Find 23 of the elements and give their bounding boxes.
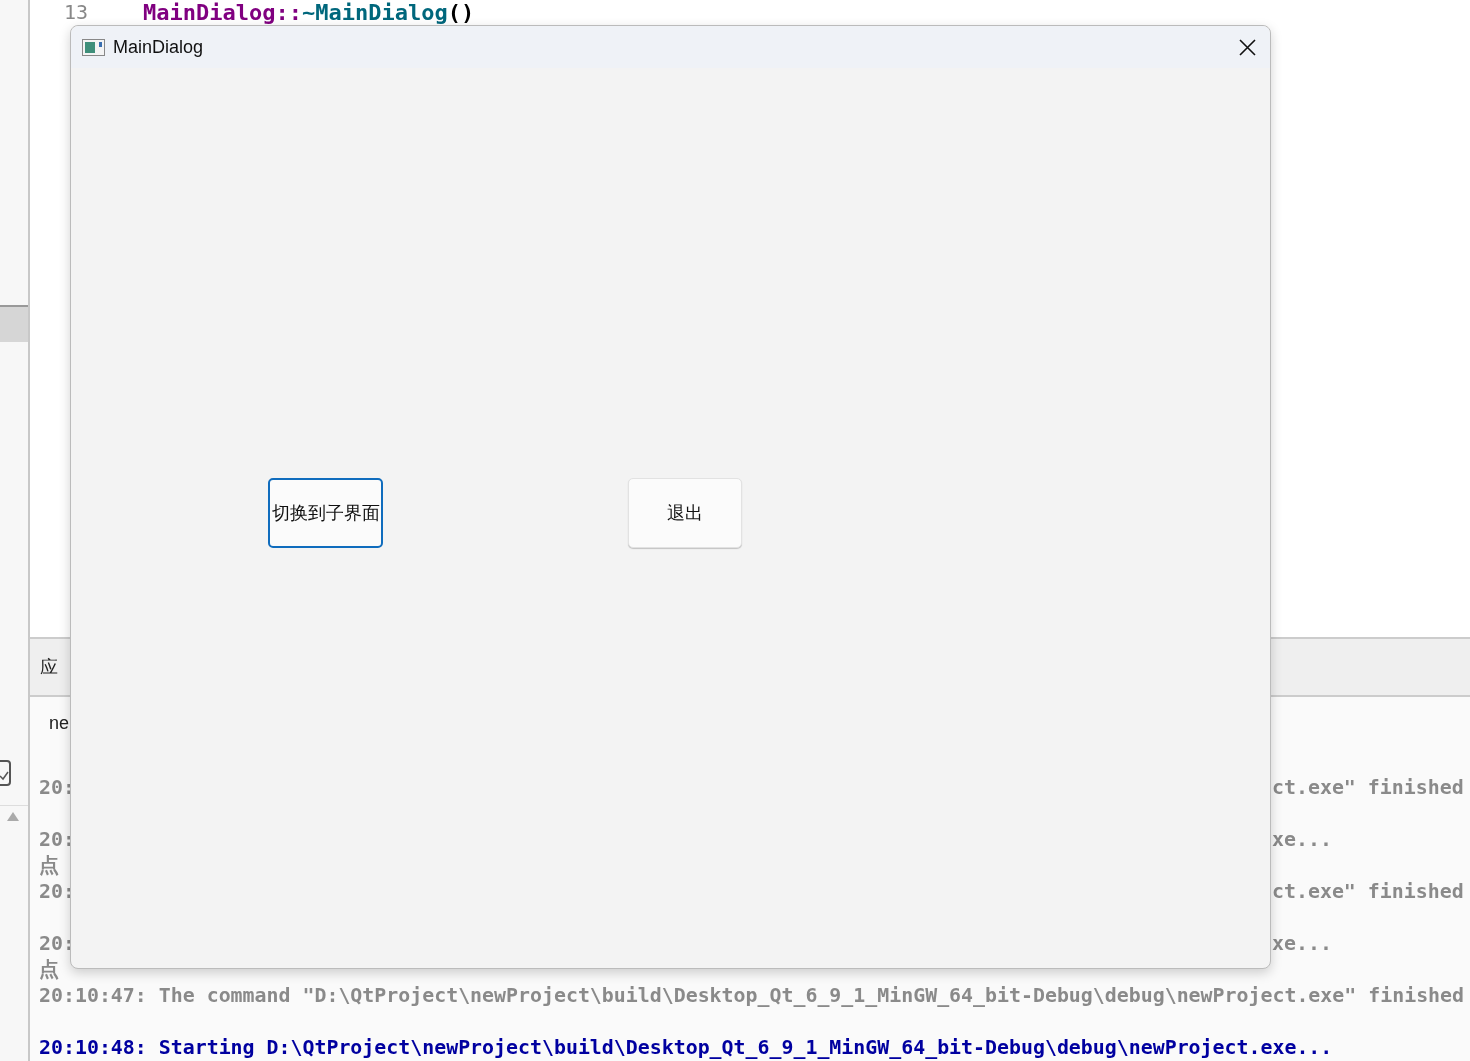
window-icon (82, 38, 105, 56)
output-line: xe... (1272, 931, 1332, 957)
output-line: 20: (39, 827, 75, 853)
line-number: 13 (64, 0, 89, 23)
checklist-icon[interactable] (0, 760, 12, 786)
output-line: 20:10:47: The command "D:\QtProject\newProject\build\Desktop_Qt_6_9_1_MinGW_64_bit-Debug\debug\newProject.exe" finished (39, 983, 1465, 1009)
selected-row-highlight (0, 305, 28, 342)
output-line: 点 (39, 853, 59, 879)
output-line: ct.exe" finished (1272, 775, 1464, 801)
dialog-button[interactable]: 切换到子界面 (268, 478, 383, 548)
dialog-button[interactable]: 退出 (628, 478, 742, 548)
output-source-label: ne (49, 711, 70, 735)
output-line: 20: (39, 931, 75, 957)
window-title: MainDialog (113, 35, 204, 59)
output-tab[interactable]: 应 (40, 653, 58, 681)
output-line: 20:10:48: Starting D:\QtProject\newProject\build\Desktop_Qt_6_9_1_MinGW_64_bit-Debug\debug\newProject.exe... (39, 1035, 1333, 1061)
output-line: 20: (39, 879, 75, 905)
output-line: 20: (39, 775, 75, 801)
output-line: xe... (1272, 827, 1332, 853)
close-icon[interactable] (1239, 38, 1256, 56)
code-line: MainDialog::~MainDialog() (143, 0, 475, 24)
output-line: 点 (39, 957, 59, 983)
output-line: ct.exe" finished (1272, 879, 1464, 905)
